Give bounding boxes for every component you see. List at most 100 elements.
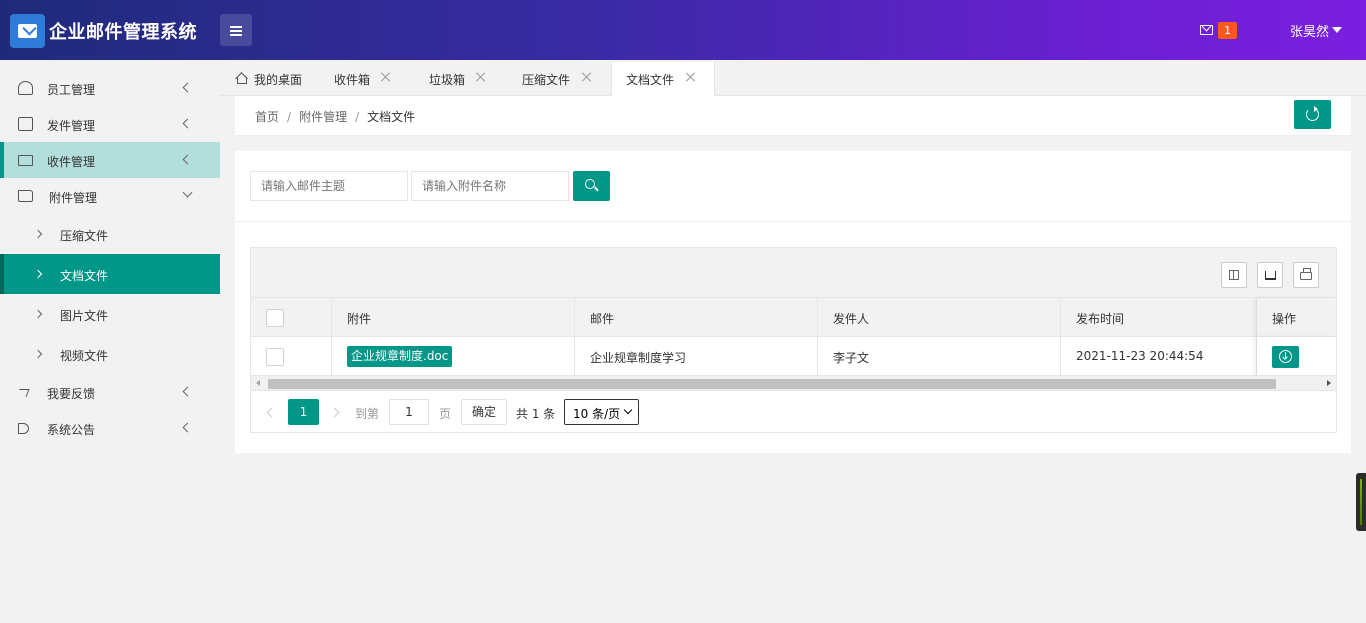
- header-sender[interactable]: 发件人: [818, 298, 1061, 337]
- print-button[interactable]: [1293, 262, 1319, 288]
- attachment-cell: 企业规章制度.doc: [332, 337, 575, 376]
- tab-label: 文档文件: [626, 73, 675, 87]
- prev-page-icon[interactable]: [266, 407, 277, 418]
- print-icon: [1300, 268, 1312, 280]
- breadcrumb-bar: 首页 / 附件管理 / 文档文件: [235, 96, 1351, 136]
- caret-down-icon[interactable]: [1332, 27, 1342, 33]
- tab-label: 收件箱: [334, 73, 371, 87]
- chevron-right-icon: [33, 349, 43, 359]
- download-button[interactable]: [1272, 346, 1299, 368]
- sender-text: 李子文: [833, 351, 870, 365]
- mail-count-badge[interactable]: 1: [1218, 22, 1237, 39]
- tab-inbox[interactable]: 收件箱: [318, 62, 412, 96]
- chevron-left-icon: [182, 154, 193, 165]
- menu-toggle-button[interactable]: [220, 14, 252, 46]
- row-checkbox[interactable]: [266, 348, 284, 366]
- page-size-select[interactable]: 10 条/页: [564, 399, 639, 425]
- mail-subject-input[interactable]: [250, 171, 408, 201]
- tab-compressed[interactable]: 压缩文件: [506, 62, 610, 96]
- page-number-input[interactable]: [389, 399, 429, 425]
- select-all-checkbox[interactable]: [266, 309, 284, 327]
- header-attachment[interactable]: 附件: [332, 298, 575, 337]
- header-time[interactable]: 发布时间: [1061, 298, 1257, 337]
- sidebar-item-feedback[interactable]: 我要反馈: [0, 374, 220, 410]
- user-name[interactable]: 张昊然: [1290, 21, 1329, 40]
- chevron-right-icon: [33, 269, 43, 279]
- columns-icon: [1229, 270, 1239, 280]
- refresh-icon: [1306, 106, 1319, 121]
- chevron-left-icon: [182, 118, 193, 129]
- scroll-left-arrow-icon[interactable]: [256, 380, 260, 386]
- close-icon[interactable]: [582, 72, 592, 82]
- data-table: 附件 邮件 发件人 发布时间 操作 企业规章制度.doc 企业规章制度学习 李子…: [250, 247, 1337, 433]
- header-label: 发件人: [833, 312, 870, 326]
- export-icon: [1265, 271, 1276, 280]
- envelope-icon[interactable]: [1200, 25, 1213, 35]
- header-select-cell: [251, 298, 332, 337]
- side-edge-widget[interactable]: [1356, 473, 1366, 531]
- home-icon: [235, 72, 247, 84]
- goto-label: 到第: [355, 407, 380, 421]
- confirm-page-button[interactable]: 确定: [461, 399, 507, 425]
- sidebar-subitem-label: 文档文件: [60, 269, 109, 283]
- mail-logo-icon: [10, 14, 45, 48]
- sidebar-item-label: 附件管理: [49, 191, 98, 205]
- sidebar-subitem-documents[interactable]: 文档文件: [0, 254, 220, 294]
- search-button[interactable]: [573, 171, 610, 201]
- tab-desktop[interactable]: 我的桌面: [220, 62, 318, 96]
- chevron-left-icon: [182, 422, 193, 433]
- folder-icon: [18, 190, 33, 202]
- breadcrumb: 首页 / 附件管理 / 文档文件: [255, 110, 416, 124]
- breadcrumb-home[interactable]: 首页: [255, 110, 279, 124]
- export-button[interactable]: [1257, 262, 1283, 288]
- chevron-down-icon: [182, 187, 193, 198]
- page-size-value: 10 条/页: [573, 407, 621, 421]
- sidebar: 员工管理 发件管理 收件管理 附件管理 压缩文件 文档文件 图片文件 视频文件 …: [0, 60, 220, 623]
- next-page-icon[interactable]: [329, 407, 340, 418]
- sidebar-subitem-compressed[interactable]: 压缩文件: [0, 214, 220, 254]
- tab-label: 我的桌面: [254, 73, 303, 87]
- scroll-right-arrow-icon[interactable]: [1327, 380, 1331, 386]
- sidebar-item-label: 系统公告: [47, 423, 96, 437]
- tab-label: 垃圾箱: [429, 73, 466, 87]
- header-action: 操作: [1257, 298, 1336, 337]
- sidebar-item-label: 员工管理: [47, 83, 96, 97]
- sidebar-subitem-images[interactable]: 图片文件: [0, 294, 220, 334]
- search-icon: [585, 179, 595, 189]
- sidebar-item-staff[interactable]: 员工管理: [0, 70, 220, 106]
- header-mail[interactable]: 邮件: [575, 298, 818, 337]
- app-title: 企业邮件管理系统: [49, 22, 197, 43]
- breadcrumb-parent[interactable]: 附件管理: [299, 110, 347, 124]
- attachment-file-link[interactable]: 企业规章制度.doc: [347, 346, 453, 367]
- sidebar-item-outbox[interactable]: 发件管理: [0, 106, 220, 142]
- close-icon[interactable]: [686, 72, 696, 82]
- current-page-button[interactable]: 1: [288, 399, 319, 425]
- attachment-name-input[interactable]: [411, 171, 569, 201]
- sidebar-item-attachments[interactable]: 附件管理: [0, 178, 220, 214]
- sidebar-item-label: 收件管理: [47, 155, 96, 169]
- search-row: [235, 151, 1351, 222]
- publish-time-text: 2021-11-23 20:44:54: [1076, 349, 1204, 363]
- table-header: 附件 邮件 发件人 发布时间 操作: [251, 298, 1336, 337]
- sidebar-item-inbox[interactable]: 收件管理: [0, 142, 220, 178]
- sidebar-item-announcements[interactable]: 系统公告: [0, 410, 220, 446]
- column-filter-button[interactable]: [1221, 262, 1247, 288]
- time-cell: 2021-11-23 20:44:54: [1061, 337, 1257, 376]
- sidebar-subitem-label: 视频文件: [60, 349, 109, 363]
- close-icon[interactable]: [381, 72, 391, 82]
- mail-subject-text: 企业规章制度学习: [590, 351, 687, 365]
- header-label: 发布时间: [1076, 312, 1125, 326]
- close-icon[interactable]: [476, 72, 486, 82]
- pagination: 1 到第 页 确定 共 1 条 10 条/页: [251, 392, 1336, 432]
- tab-trash[interactable]: 垃圾箱: [412, 62, 506, 96]
- sidebar-item-label: 发件管理: [47, 119, 96, 133]
- compose-icon: [18, 117, 33, 131]
- horizontal-scrollbar[interactable]: [251, 376, 1336, 391]
- refresh-button[interactable]: [1294, 100, 1331, 129]
- sidebar-item-label: 我要反馈: [47, 387, 96, 401]
- tab-documents[interactable]: 文档文件: [611, 62, 715, 96]
- scroll-thumb[interactable]: [268, 379, 1276, 389]
- sidebar-subitem-label: 压缩文件: [60, 229, 109, 243]
- download-icon: [1279, 350, 1292, 363]
- sidebar-subitem-videos[interactable]: 视频文件: [0, 334, 220, 374]
